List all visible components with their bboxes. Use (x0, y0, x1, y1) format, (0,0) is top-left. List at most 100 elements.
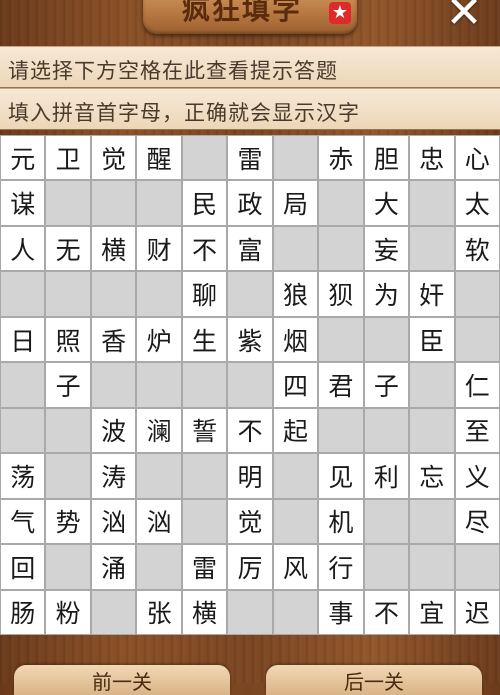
grid-cell-empty[interactable] (410, 226, 454, 271)
grid-cell-empty[interactable] (319, 226, 363, 271)
grid-cell[interactable]: 忘 (410, 454, 454, 498)
grid-cell[interactable]: 肠 (1, 590, 45, 634)
grid-cell[interactable]: 明 (228, 454, 272, 498)
grid-cell[interactable]: 觉 (228, 499, 272, 544)
grid-cell-empty[interactable] (46, 181, 90, 225)
grid-cell-empty[interactable] (455, 545, 499, 589)
grid-cell-empty[interactable] (1, 363, 45, 407)
grid-cell[interactable]: 利 (364, 454, 409, 498)
grid-cell-empty[interactable] (46, 408, 90, 453)
grid-cell-empty[interactable] (182, 454, 227, 498)
grid-cell-empty[interactable] (319, 181, 363, 225)
grid-cell-empty[interactable] (137, 363, 181, 407)
grid-cell[interactable]: 势 (46, 499, 90, 544)
grid-cell[interactable]: 不 (182, 226, 227, 271)
grid-cell-empty[interactable] (273, 454, 318, 498)
grid-cell[interactable]: 政 (228, 181, 272, 225)
grid-cell[interactable]: 仁 (455, 363, 499, 407)
grid-cell-empty[interactable] (273, 226, 318, 271)
grid-cell[interactable]: 醒 (137, 136, 181, 180)
grid-cell-empty[interactable] (273, 499, 318, 544)
grid-cell[interactable]: 妄 (364, 226, 409, 271)
grid-cell[interactable]: 不 (228, 408, 272, 453)
grid-cell[interactable]: 紫 (228, 317, 272, 362)
grid-cell[interactable]: 粉 (46, 590, 90, 634)
grid-cell[interactable]: 心 (455, 136, 499, 180)
grid-cell[interactable]: 子 (364, 363, 409, 407)
grid-cell[interactable]: 横 (182, 590, 227, 634)
grid-cell[interactable]: 宜 (410, 590, 454, 634)
grid-cell[interactable]: 奸 (410, 272, 454, 316)
grid-cell-empty[interactable] (364, 499, 409, 544)
grid-cell[interactable]: 横 (91, 226, 136, 271)
grid-cell-empty[interactable] (91, 590, 136, 634)
grid-cell[interactable]: 日 (1, 317, 45, 362)
grid-cell[interactable]: 四 (273, 363, 318, 407)
grid-cell[interactable]: 不 (364, 590, 409, 634)
grid-cell-empty[interactable] (137, 454, 181, 498)
grid-cell-empty[interactable] (273, 136, 318, 180)
grid-cell-empty[interactable] (182, 136, 227, 180)
grid-cell[interactable]: 君 (319, 363, 363, 407)
grid-cell-empty[interactable] (319, 317, 363, 362)
grid-cell-empty[interactable] (1, 272, 45, 316)
grid-cell-empty[interactable] (410, 499, 454, 544)
grid-cell-empty[interactable] (137, 545, 181, 589)
grid-cell[interactable]: 无 (46, 226, 90, 271)
grid-cell-empty[interactable] (319, 408, 363, 453)
grid-cell[interactable]: 义 (455, 454, 499, 498)
grid-cell-empty[interactable] (410, 363, 454, 407)
grid-cell[interactable]: 雷 (228, 136, 272, 180)
grid-cell[interactable]: 誓 (182, 408, 227, 453)
grid-cell[interactable]: 风 (273, 545, 318, 589)
grid-cell[interactable]: 生 (182, 317, 227, 362)
grid-cell[interactable]: 张 (137, 590, 181, 634)
grid-cell[interactable]: 元 (1, 136, 45, 180)
grid-cell-empty[interactable] (273, 590, 318, 634)
grid-cell[interactable]: 太 (455, 181, 499, 225)
grid-cell-empty[interactable] (364, 545, 409, 589)
grid-cell[interactable]: 回 (1, 545, 45, 589)
grid-cell[interactable]: 事 (319, 590, 363, 634)
grid-cell[interactable]: 至 (455, 408, 499, 453)
grid-cell[interactable]: 财 (137, 226, 181, 271)
grid-cell[interactable]: 大 (364, 181, 409, 225)
grid-cell[interactable]: 荡 (1, 454, 45, 498)
grid-cell[interactable]: 民 (182, 181, 227, 225)
grid-cell[interactable]: 见 (319, 454, 363, 498)
grid-cell-empty[interactable] (182, 363, 227, 407)
grid-cell[interactable]: 臣 (410, 317, 454, 362)
grid-cell[interactable]: 软 (455, 226, 499, 271)
grid-cell[interactable]: 烟 (273, 317, 318, 362)
grid-cell[interactable]: 狈 (319, 272, 363, 316)
grid-cell-empty[interactable] (228, 272, 272, 316)
grid-cell[interactable]: 涌 (91, 545, 136, 589)
grid-cell[interactable]: 起 (273, 408, 318, 453)
grid-cell[interactable]: 澜 (137, 408, 181, 453)
grid-cell-empty[interactable] (364, 408, 409, 453)
grid-cell[interactable]: 谋 (1, 181, 45, 225)
grid-cell[interactable]: 波 (91, 408, 136, 453)
grid-cell-empty[interactable] (410, 181, 454, 225)
close-button[interactable]: ✕ (440, 0, 488, 35)
grid-cell[interactable]: 厉 (228, 545, 272, 589)
grid-cell[interactable]: 觉 (91, 136, 136, 180)
grid-cell-empty[interactable] (228, 363, 272, 407)
grid-cell[interactable]: 子 (46, 363, 90, 407)
grid-cell-empty[interactable] (455, 317, 499, 362)
grid-cell-empty[interactable] (364, 317, 409, 362)
grid-cell[interactable]: 汹 (137, 499, 181, 544)
next-level-button[interactable]: 后一关 (266, 665, 482, 695)
grid-cell[interactable]: 卫 (46, 136, 90, 180)
grid-cell[interactable]: 炉 (137, 317, 181, 362)
grid-cell[interactable]: 照 (46, 317, 90, 362)
prev-level-button[interactable]: 前一关 (14, 665, 230, 695)
grid-cell-empty[interactable] (137, 272, 181, 316)
grid-cell-empty[interactable] (410, 545, 454, 589)
grid-cell[interactable]: 机 (319, 499, 363, 544)
grid-cell[interactable]: 狼 (273, 272, 318, 316)
grid-cell-empty[interactable] (46, 545, 90, 589)
grid-cell-empty[interactable] (455, 272, 499, 316)
grid-cell-empty[interactable] (182, 499, 227, 544)
grid-cell[interactable]: 气 (1, 499, 45, 544)
